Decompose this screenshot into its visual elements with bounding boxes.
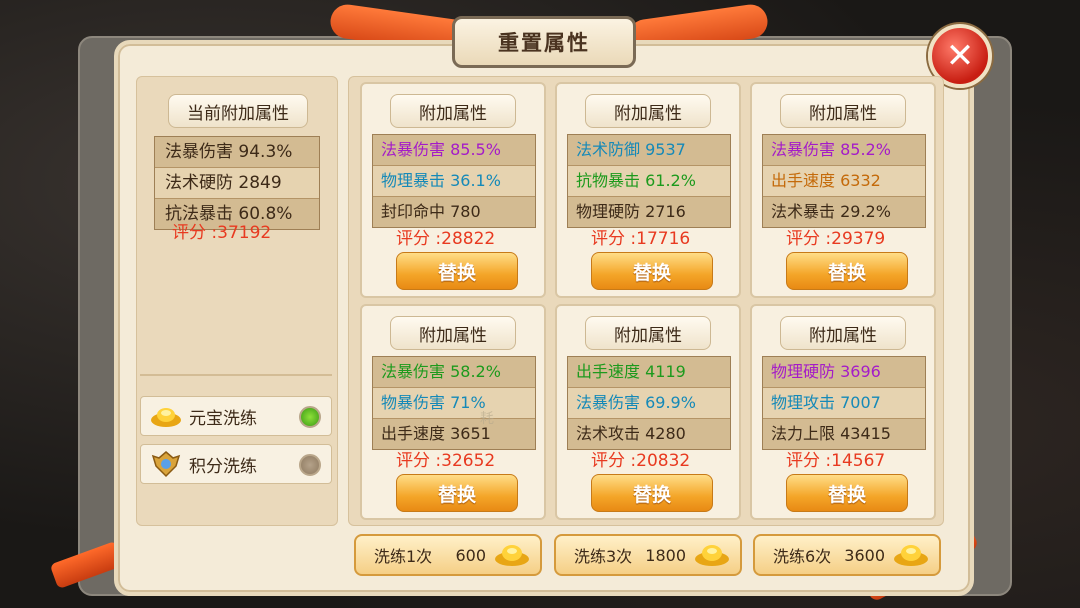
divider xyxy=(140,374,332,376)
gold-refine-label: 元宝洗练 xyxy=(189,408,257,429)
card-score: 评分 :17716 xyxy=(591,229,691,249)
candidate-card: 附加属性 出手速度 4119 法暴伤害 69.9% 法术攻击 4280 评分 :… xyxy=(555,304,741,520)
points-refine-radio[interactable] xyxy=(299,454,321,476)
swap-button[interactable]: 替换 xyxy=(591,474,713,512)
faint-cost-hint: 耗 xyxy=(480,411,494,427)
card-stats-table: 出手速度 4119 法暴伤害 69.9% 法术攻击 4280 xyxy=(567,356,731,450)
current-stat-row: 法术硬防 2849 xyxy=(155,168,319,199)
card-stat-row: 出手速度 4119 xyxy=(568,357,730,388)
close-icon: ✕ xyxy=(945,36,975,76)
card-stats-table: 法术防御 9537 抗物暴击 61.2% 物理硬防 2716 xyxy=(567,134,731,228)
card-stat-row: 物理攻击 7007 xyxy=(763,388,925,419)
swap-button[interactable]: 替换 xyxy=(396,474,518,512)
card-stat-row: 出手速度 6332 xyxy=(763,166,925,197)
card-label: 附加属性 xyxy=(780,316,906,350)
current-stats-table: 法暴伤害 94.3% 法术硬防 2849 抗法暴击 60.8% xyxy=(154,136,320,230)
swap-button[interactable]: 替换 xyxy=(591,252,713,290)
card-stat-row: 出手速度 3651 xyxy=(381,424,491,443)
current-stat-row: 法暴伤害 94.3% xyxy=(155,137,319,168)
card-stat-row: 法暴伤害 85.5% xyxy=(373,135,535,166)
candidate-card: 附加属性 物理硬防 3696 物理攻击 7007 法力上限 43415 评分 :… xyxy=(750,304,936,520)
card-stat-row: 物暴伤害 71% xyxy=(373,388,535,419)
gold-refine-radio[interactable] xyxy=(299,406,321,428)
candidate-card: 附加属性 法暴伤害 85.5% 物理暴击 36.1% 封印命中 780 评分 :… xyxy=(360,82,546,298)
card-stat-row: 法暴伤害 85.2% xyxy=(763,135,925,166)
card-stat-row: 法术暴击 29.2% xyxy=(771,202,891,221)
refine-1-label: 洗练1次 xyxy=(374,547,433,566)
card-label: 附加属性 xyxy=(390,316,516,350)
current-score: 评分 :37192 xyxy=(172,223,272,243)
refine-3-button[interactable]: 洗练3次 1800 xyxy=(554,534,742,576)
card-stats-table: 物理硬防 3696 物理攻击 7007 法力上限 43415 xyxy=(762,356,926,450)
card-stat-row: 抗物暴击 61.2% xyxy=(568,166,730,197)
card-stat-row: 法暴伤害 58.2% xyxy=(373,357,535,388)
current-attributes-label: 当前附加属性 xyxy=(168,94,308,128)
gold-ingot-icon xyxy=(893,541,929,571)
swap-button[interactable]: 替换 xyxy=(786,252,908,290)
refine-3-label: 洗练3次 xyxy=(574,547,633,566)
card-stat-row: 法暴伤害 69.9% xyxy=(568,388,730,419)
card-stat-row: 物理硬防 2716 xyxy=(576,202,686,221)
card-stat-row: 法力上限 43415 xyxy=(771,424,891,443)
points-refine-option[interactable]: 积分洗练 xyxy=(140,444,332,484)
card-score: 评分 :14567 xyxy=(786,451,886,471)
card-stat-row: 物理暴击 36.1% xyxy=(373,166,535,197)
card-label: 附加属性 xyxy=(585,316,711,350)
card-stats-table: 法暴伤害 58.2% 物暴伤害 71% 出手速度 3651 xyxy=(372,356,536,450)
swap-button[interactable]: 替换 xyxy=(786,474,908,512)
points-refine-label: 积分洗练 xyxy=(189,456,257,477)
refine-6-button[interactable]: 洗练6次 3600 xyxy=(753,534,941,576)
card-score: 评分 :28822 xyxy=(396,229,496,249)
points-badge-icon xyxy=(149,450,183,478)
gold-ingot-icon xyxy=(494,541,530,571)
card-label: 附加属性 xyxy=(585,94,711,128)
card-stat-row: 法术攻击 4280 xyxy=(576,424,686,443)
refine-6-label: 洗练6次 xyxy=(773,547,832,566)
card-stats-table: 法暴伤害 85.5% 物理暴击 36.1% 封印命中 780 xyxy=(372,134,536,228)
refine-6-cost: 3600 xyxy=(844,545,885,565)
swap-button[interactable]: 替换 xyxy=(396,252,518,290)
gold-ingot-icon xyxy=(694,541,730,571)
gold-refine-option[interactable]: 元宝洗练 xyxy=(140,396,332,436)
card-score: 评分 :20832 xyxy=(591,451,691,471)
card-score: 评分 :29379 xyxy=(786,229,886,249)
refine-3-cost: 1800 xyxy=(645,545,686,565)
gold-ingot-icon xyxy=(149,402,183,430)
candidate-card: 附加属性 法暴伤害 85.2% 出手速度 6332 法术暴击 29.2% 评分 … xyxy=(750,82,936,298)
candidate-card: 附加属性 法暴伤害 58.2% 物暴伤害 71% 出手速度 3651 评分 :3… xyxy=(360,304,546,520)
card-stats-table: 法暴伤害 85.2% 出手速度 6332 法术暴击 29.2% xyxy=(762,134,926,228)
card-stat-row: 法术防御 9537 xyxy=(568,135,730,166)
card-score: 评分 :32652 xyxy=(396,451,496,471)
dialog-title: 重置属性 xyxy=(452,16,636,68)
card-label: 附加属性 xyxy=(780,94,906,128)
candidate-card: 附加属性 法术防御 9537 抗物暴击 61.2% 物理硬防 2716 评分 :… xyxy=(555,82,741,298)
refine-1-cost: 600 xyxy=(455,545,486,565)
card-stat-row: 物理硬防 3696 xyxy=(763,357,925,388)
card-stat-row: 封印命中 780 xyxy=(381,202,481,221)
refine-1-button[interactable]: 洗练1次 600 xyxy=(354,534,542,576)
card-label: 附加属性 xyxy=(390,94,516,128)
